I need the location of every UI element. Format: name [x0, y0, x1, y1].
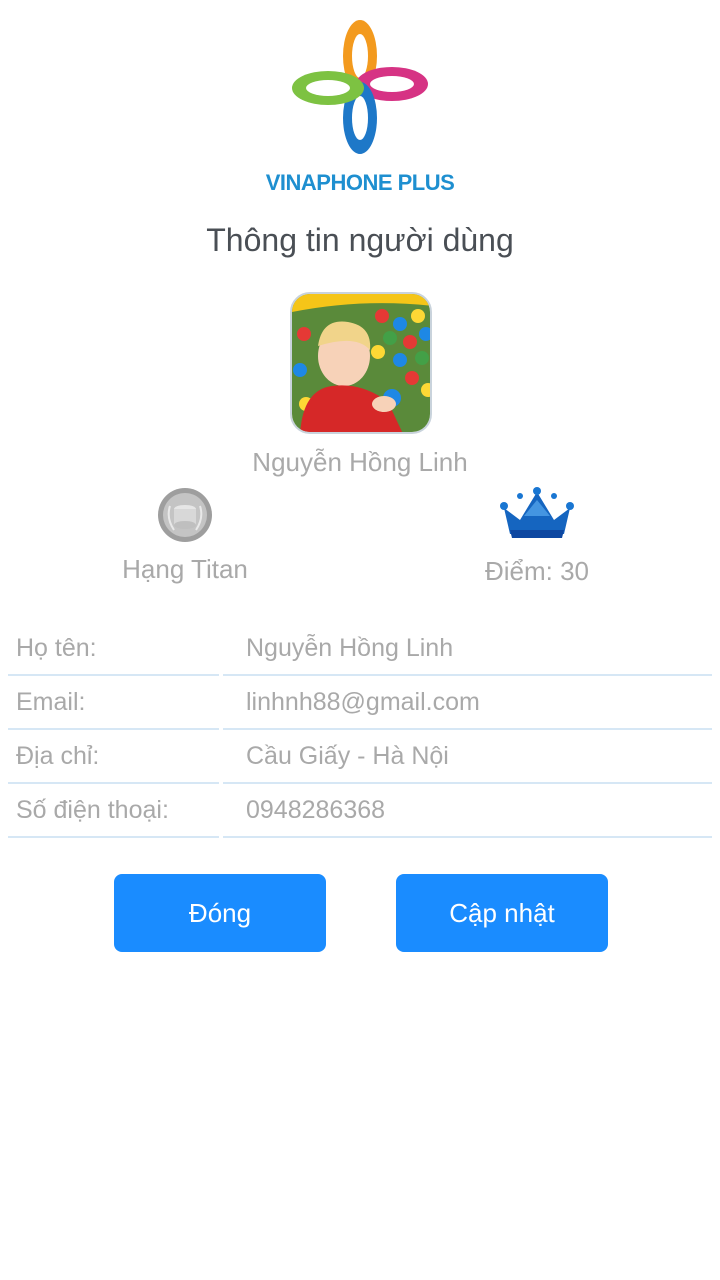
vinaphone-logo	[292, 20, 428, 154]
rank-stat: Hạng Titan	[70, 486, 300, 585]
email-label: Email:	[8, 676, 219, 730]
info-row-address: Địa chỉ: Cầu Giấy - Hà Nội	[8, 730, 712, 784]
email-value: linhnh88@gmail.com	[223, 676, 712, 730]
fullname-label: Họ tên:	[8, 622, 219, 676]
user-info-table: Họ tên: Nguyễn Hồng Linh Email: linhnh88…	[8, 622, 712, 838]
fullname-value: Nguyễn Hồng Linh	[223, 622, 712, 676]
close-button[interactable]: Đóng	[114, 874, 326, 952]
update-button[interactable]: Cập nhật	[396, 874, 608, 952]
points-stat: Điểm: 30	[422, 486, 652, 587]
user-display-name: Nguyễn Hồng Linh	[252, 447, 468, 477]
address-label: Địa chỉ:	[8, 730, 219, 784]
avatar[interactable]	[290, 292, 432, 434]
address-value: Cầu Giấy - Hà Nội	[223, 730, 712, 784]
rank-label: Hạng Titan	[122, 554, 248, 584]
phone-value: 0948286368	[223, 784, 712, 838]
points-label: Điểm: 30	[484, 556, 590, 586]
silver-medal-icon	[158, 488, 212, 542]
brand-name: VINAPHONE PLUS	[265, 170, 455, 195]
info-row-email: Email: linhnh88@gmail.com	[8, 676, 712, 730]
info-row-phone: Số điện thoại: 0948286368	[8, 784, 712, 838]
phone-label: Số điện thoại:	[8, 784, 219, 838]
page-title: Thông tin người dùng	[206, 222, 514, 258]
crown-icon	[500, 487, 574, 538]
info-row-fullname: Họ tên: Nguyễn Hồng Linh	[8, 622, 712, 676]
